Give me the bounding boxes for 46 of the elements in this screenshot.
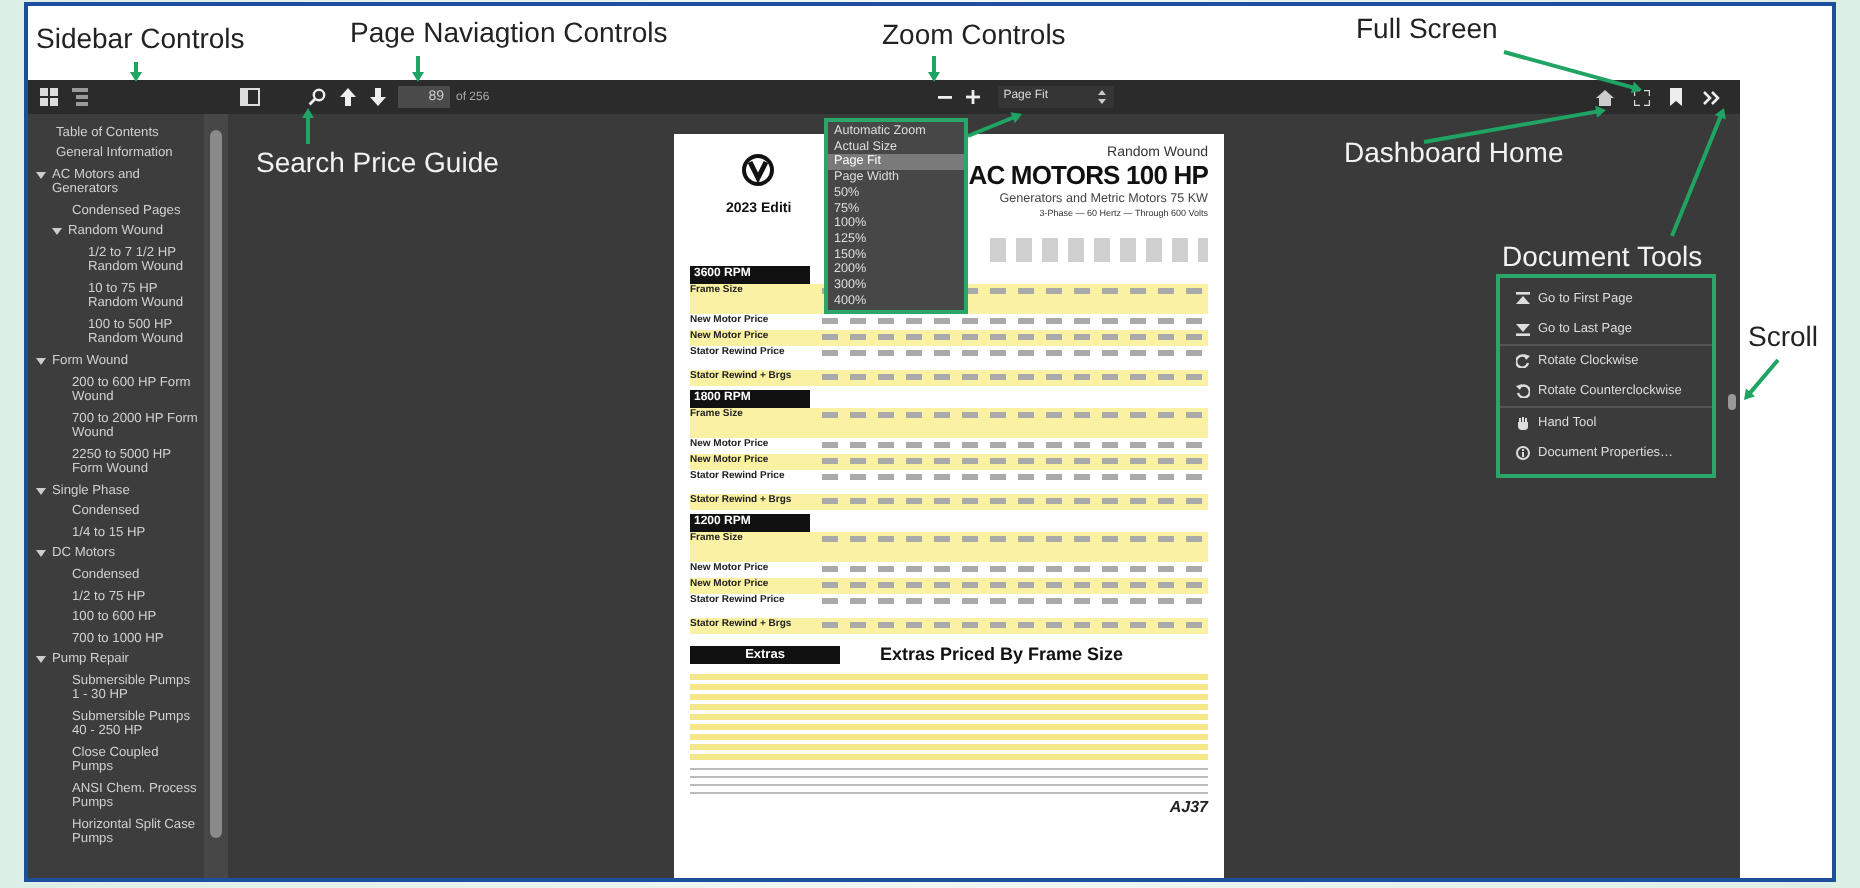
pointer-arrow: [302, 108, 314, 144]
sidebar-scrollbar[interactable]: [204, 114, 228, 878]
annotation-label: Sidebar Controls: [36, 22, 245, 54]
minus-icon: [937, 95, 952, 99]
annotation-label: Search Price Guide: [256, 146, 499, 178]
tools-menu-icon[interactable]: [1702, 89, 1720, 105]
extras-heading: Extras Priced By Frame Size: [880, 644, 1124, 664]
zoom-in-button[interactable]: [961, 86, 984, 108]
bookmark-icon[interactable]: [1670, 88, 1682, 106]
annotation-label: Document Tools: [1502, 240, 1703, 272]
first-page-icon: [1516, 292, 1530, 306]
expand-toggle-icon[interactable]: [36, 654, 46, 665]
page-number: AJ37: [1169, 798, 1208, 816]
thumbnails-icon[interactable]: [40, 88, 58, 106]
outline-icon[interactable]: [72, 88, 88, 106]
annotation-label: Page Naviagtion Controls: [350, 16, 668, 48]
expand-toggle-icon[interactable]: [36, 548, 46, 559]
updown-arrows-icon: [1097, 90, 1106, 104]
pointer-arrow: [412, 56, 424, 82]
pointer-arrow: [928, 56, 940, 82]
rotate-clockwise-icon: [1516, 354, 1530, 368]
annotation-label: Dashboard Home: [1344, 136, 1564, 168]
annotation-label: Full Screen: [1356, 12, 1498, 44]
pointer-arrow: [1670, 108, 1726, 237]
pointer-arrow: [1503, 50, 1642, 94]
expand-toggle-icon[interactable]: [52, 226, 62, 237]
home-icon[interactable]: [1596, 89, 1614, 105]
page-title: AC MOTORS 100 HP: [968, 160, 1208, 192]
rotate-counterclockwise-icon: [1516, 384, 1530, 398]
previous-page-icon[interactable]: [340, 88, 356, 106]
logo-icon: [742, 154, 775, 186]
last-page-icon: [1516, 322, 1530, 336]
annotation-label: Zoom Controls: [882, 18, 1066, 50]
hand-icon: [1516, 416, 1530, 430]
pointer-arrow: [130, 62, 142, 82]
expand-toggle-icon[interactable]: [36, 485, 46, 496]
pointer-arrow: [1744, 358, 1780, 400]
sidebar-toggle-icon[interactable]: [240, 88, 260, 106]
info-icon: [1516, 446, 1530, 460]
expand-toggle-icon[interactable]: [36, 355, 46, 366]
expand-toggle-icon[interactable]: [36, 169, 46, 180]
next-page-icon[interactable]: [370, 88, 386, 106]
fullscreen-icon[interactable]: [1634, 89, 1650, 105]
search-icon[interactable]: [308, 88, 326, 106]
plus-icon: [965, 90, 980, 104]
annotation-label: Scroll: [1748, 320, 1819, 352]
